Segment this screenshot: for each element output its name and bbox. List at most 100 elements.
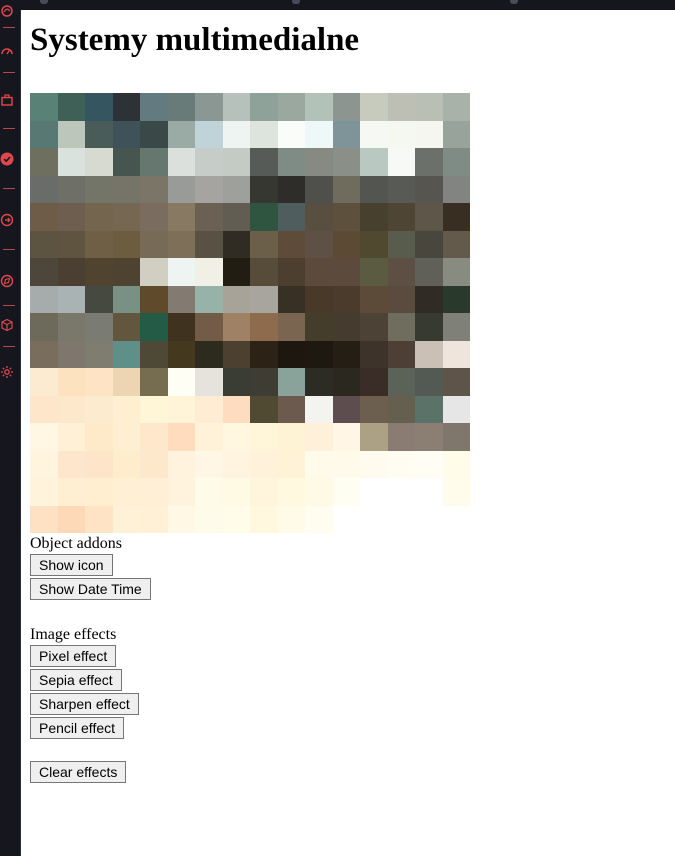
image-pixel-block bbox=[195, 313, 223, 341]
show-icon-button[interactable]: Show icon bbox=[30, 554, 113, 576]
image-pixel-block bbox=[85, 450, 113, 478]
image-pixel-block bbox=[85, 148, 113, 176]
image-pixel-block bbox=[250, 148, 278, 176]
image-pixel-block bbox=[140, 450, 168, 478]
gauge-icon[interactable] bbox=[0, 44, 14, 58]
pencil-effect-button[interactable]: Pencil effect bbox=[30, 717, 125, 739]
arrow-circle-icon[interactable] bbox=[0, 213, 14, 227]
image-pixel-block bbox=[222, 368, 250, 396]
image-pixel-block bbox=[277, 450, 305, 478]
image-pixel-block bbox=[85, 313, 113, 341]
image-pixel-block bbox=[332, 93, 360, 121]
image-pixel-block bbox=[277, 478, 305, 506]
image-pixel-block bbox=[360, 313, 388, 341]
sidebar-divider bbox=[3, 249, 15, 250]
image-pixel-block bbox=[222, 505, 250, 533]
image-pixel-block bbox=[112, 368, 140, 396]
gear-icon[interactable] bbox=[0, 365, 14, 379]
swirl-icon[interactable] bbox=[0, 4, 14, 18]
image-pixel-block bbox=[387, 285, 415, 313]
image-pixel-block bbox=[305, 478, 333, 506]
image-pixel-block bbox=[167, 505, 195, 533]
briefcase-icon[interactable] bbox=[0, 93, 14, 107]
image-pixel-block bbox=[222, 93, 250, 121]
image-pixel-block bbox=[30, 93, 58, 121]
image-pixel-block bbox=[305, 340, 333, 368]
image-effects-label: Image effects bbox=[30, 626, 117, 643]
image-pixel-block bbox=[85, 395, 113, 423]
image-pixel-block bbox=[277, 93, 305, 121]
image-pixel-block bbox=[360, 478, 388, 506]
image-pixel-block bbox=[415, 175, 443, 203]
image-pixel-block bbox=[222, 423, 250, 451]
image-pixel-block bbox=[332, 450, 360, 478]
image-pixel-block bbox=[442, 505, 470, 533]
image-pixel-block bbox=[85, 203, 113, 231]
image-pixel-block bbox=[360, 368, 388, 396]
image-pixel-block bbox=[57, 340, 85, 368]
image-pixel-block bbox=[140, 148, 168, 176]
sidebar-divider bbox=[3, 27, 15, 28]
image-pixel-block bbox=[222, 120, 250, 148]
image-pixel-block bbox=[195, 478, 223, 506]
image-pixel-block bbox=[30, 148, 58, 176]
image-pixel-block bbox=[442, 120, 470, 148]
image-pixel-block bbox=[112, 93, 140, 121]
image-pixel-block bbox=[415, 478, 443, 506]
image-pixel-block bbox=[250, 203, 278, 231]
image-pixel-block bbox=[85, 230, 113, 258]
image-pixel-block bbox=[360, 395, 388, 423]
image-pixel-block bbox=[140, 505, 168, 533]
image-pixel-block bbox=[250, 340, 278, 368]
image-pixel-block bbox=[360, 423, 388, 451]
image-pixel-block bbox=[332, 258, 360, 286]
image-pixel-block bbox=[250, 368, 278, 396]
image-pixel-block bbox=[30, 285, 58, 313]
image-pixel-block bbox=[57, 450, 85, 478]
pixel-effect-button[interactable]: Pixel effect bbox=[30, 645, 117, 667]
image-pixel-block bbox=[57, 505, 85, 533]
page-title: Systemy multimedialne bbox=[30, 22, 360, 58]
image-pixel-block bbox=[30, 505, 58, 533]
image-pixel-block bbox=[30, 423, 58, 451]
image-pixel-block bbox=[85, 175, 113, 203]
image-pixel-block bbox=[442, 450, 470, 478]
image-pixel-block bbox=[442, 368, 470, 396]
compass-icon[interactable] bbox=[0, 274, 14, 288]
image-pixel-block bbox=[332, 175, 360, 203]
image-pixel-block bbox=[332, 148, 360, 176]
image-pixel-block bbox=[415, 258, 443, 286]
image-pixel-block bbox=[30, 230, 58, 258]
cube-icon[interactable] bbox=[0, 318, 14, 332]
image-pixel-block bbox=[277, 285, 305, 313]
image-pixel-block bbox=[332, 505, 360, 533]
sepia-effect-button[interactable]: Sepia effect bbox=[30, 669, 122, 691]
image-pixel-block bbox=[250, 230, 278, 258]
image-pixel-block bbox=[140, 175, 168, 203]
image-pixel-block bbox=[85, 258, 113, 286]
sharpen-effect-button[interactable]: Sharpen effect bbox=[30, 693, 139, 715]
image-pixel-block bbox=[442, 340, 470, 368]
image-pixel-block bbox=[222, 285, 250, 313]
image-pixel-block bbox=[140, 203, 168, 231]
image-pixel-block bbox=[387, 340, 415, 368]
heart-check-icon[interactable] bbox=[0, 152, 14, 166]
image-pixel-block bbox=[222, 395, 250, 423]
clear-effects-button[interactable]: Clear effects bbox=[30, 761, 127, 783]
image-pixel-block bbox=[387, 258, 415, 286]
show-date-time-button[interactable]: Show Date Time bbox=[30, 578, 151, 600]
image-pixel-block bbox=[415, 368, 443, 396]
image-pixel-block bbox=[167, 478, 195, 506]
image-pixel-block bbox=[222, 148, 250, 176]
image-pixel-block bbox=[305, 230, 333, 258]
image-pixel-block bbox=[415, 340, 443, 368]
image-pixel-block bbox=[57, 230, 85, 258]
image-pixel-block bbox=[277, 203, 305, 231]
image-pixel-block bbox=[57, 313, 85, 341]
image-pixel-block bbox=[222, 340, 250, 368]
image-pixel-block bbox=[57, 258, 85, 286]
image-pixel-block bbox=[222, 230, 250, 258]
image-pixel-block bbox=[222, 175, 250, 203]
image-pixel-block bbox=[305, 285, 333, 313]
image-pixel-block bbox=[57, 93, 85, 121]
